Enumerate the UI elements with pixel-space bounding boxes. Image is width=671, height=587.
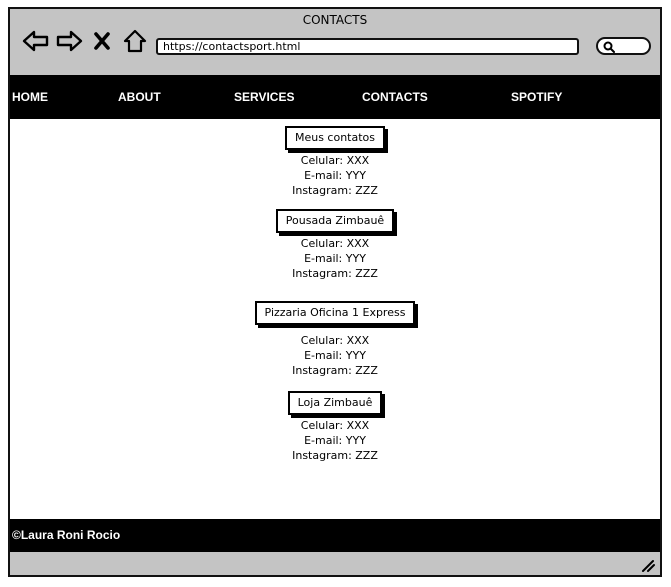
footer-copyright: ©Laura Roni Rocio — [12, 528, 121, 542]
contact-phone: Celular: XXX — [300, 419, 370, 432]
contact-instagram: Instagram: ZZZ — [292, 364, 378, 377]
contact-phone: Celular: XXX — [300, 154, 370, 167]
contact-email: E-mail: YYY — [304, 349, 366, 362]
contact-title: Meus contatos — [284, 126, 386, 150]
contact-card-pizzaria-oficina: Pizzaria Oficina 1 Express Celular: XXX … — [10, 301, 660, 378]
contact-phone: Celular: XXX — [300, 237, 370, 250]
contacts-content: Meus contatos Celular: XXX E-mail: YYY I… — [10, 119, 660, 519]
url-text: https://contactsport.html — [163, 40, 301, 53]
top-navigation-bar: HOME ABOUT SERVICES CONTACTS SPOTIFY — [10, 75, 660, 119]
contact-title: Loja Zimbauê — [287, 391, 383, 415]
contact-email: E-mail: YYY — [304, 252, 366, 265]
browser-window: CONTACTS https://contactsport.html HOME … — [8, 7, 662, 577]
nav-item-spotify[interactable]: SPOTIFY — [511, 75, 562, 119]
page-viewport: HOME ABOUT SERVICES CONTACTS SPOTIFY Meu… — [10, 75, 660, 552]
search-icon — [603, 41, 615, 53]
browser-nav-buttons — [22, 27, 149, 55]
contact-email: E-mail: YYY — [304, 169, 366, 182]
close-x-icon[interactable] — [88, 27, 116, 55]
contact-instagram: Instagram: ZZZ — [292, 267, 378, 280]
contact-phone: Celular: XXX — [300, 334, 370, 347]
nav-item-home[interactable]: HOME — [12, 75, 48, 119]
contact-card-pousada-zimbaue: Pousada Zimbauê Celular: XXX E-mail: YYY… — [10, 209, 660, 281]
window-title: CONTACTS — [302, 13, 368, 27]
contact-card-loja-zimbaue: Loja Zimbauê Celular: XXX E-mail: YYY In… — [10, 391, 660, 463]
page-footer: ©Laura Roni Rocio — [10, 519, 660, 552]
back-arrow-icon[interactable] — [22, 27, 50, 55]
resize-grip-icon[interactable] — [640, 558, 656, 572]
contact-email: E-mail: YYY — [304, 434, 366, 447]
forward-arrow-icon[interactable] — [55, 27, 83, 55]
nav-item-about[interactable]: ABOUT — [118, 75, 161, 119]
contact-title: Pousada Zimbauê — [275, 209, 395, 233]
home-icon[interactable] — [121, 27, 149, 55]
nav-item-services[interactable]: SERVICES — [234, 75, 294, 119]
nav-item-contacts[interactable]: CONTACTS — [362, 75, 428, 119]
contact-instagram: Instagram: ZZZ — [292, 184, 378, 197]
url-bar[interactable]: https://contactsport.html — [156, 38, 579, 55]
contact-instagram: Instagram: ZZZ — [292, 449, 378, 462]
contact-card-meus-contatos: Meus contatos Celular: XXX E-mail: YYY I… — [10, 126, 660, 198]
browser-search-box[interactable] — [596, 37, 651, 55]
contact-title: Pizzaria Oficina 1 Express — [254, 301, 416, 325]
